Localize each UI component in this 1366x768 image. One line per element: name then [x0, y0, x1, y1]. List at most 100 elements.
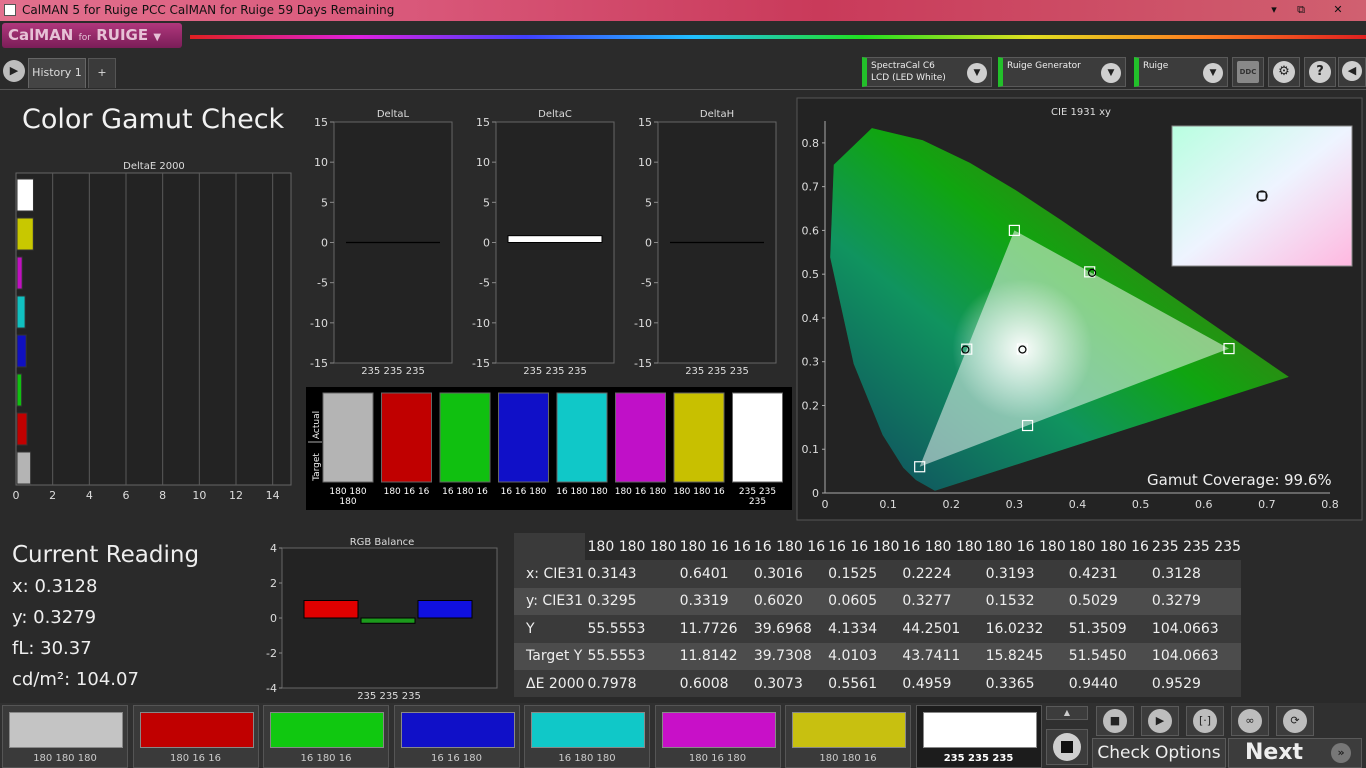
table-column-header: 235 235 235: [1148, 533, 1241, 561]
patch-label: 180 180 180: [33, 753, 97, 764]
table-cell: 11.8142: [676, 642, 751, 670]
current-reading-title: Current Reading: [12, 542, 200, 568]
cie-y-tick: 0.3: [802, 356, 820, 369]
patch-swatch: [270, 712, 384, 748]
double-chevron-right-icon: »: [1331, 743, 1351, 763]
collapse-button[interactable]: ◀: [1338, 57, 1366, 87]
check-options-button[interactable]: Check Options: [1092, 738, 1226, 768]
delta-tick-label: 5: [645, 196, 652, 209]
display-selector[interactable]: Ruige ▼: [1134, 57, 1228, 87]
swatch-2: [439, 392, 491, 483]
patch-label: 180 180 16: [819, 753, 877, 764]
table-row-label: Y: [514, 615, 585, 643]
rgb-bar-red: [303, 600, 359, 619]
gamut-coverage-label: Gamut Coverage:: [1147, 471, 1280, 489]
patch-button[interactable]: 180 180 16: [785, 705, 911, 768]
next-label: Next: [1245, 740, 1304, 765]
stop-button[interactable]: [1046, 729, 1088, 765]
bracket-icon: [·]: [1193, 709, 1217, 733]
cie-y-tick: 0.2: [802, 399, 820, 412]
swatch-1: [381, 392, 432, 483]
delta-tick-label: 0: [321, 237, 328, 250]
scroll-up-button[interactable]: ▲: [1046, 706, 1088, 720]
infinity-icon: ∞: [1238, 709, 1262, 733]
swatch-label: 180 180 16: [673, 487, 725, 497]
patch-label: 16 16 180: [431, 753, 482, 764]
patch-button[interactable]: 16 180 16: [263, 705, 389, 768]
rgb-tick-label: 4: [270, 542, 277, 555]
delta-chart-label: 235 235 235: [523, 366, 587, 377]
deltae-title: DeltaE 2000: [123, 161, 185, 172]
patch-button[interactable]: 180 16 16: [132, 705, 259, 768]
table-cell: 55.5553: [584, 615, 677, 643]
cie-title: CIE 1931 xy: [1051, 107, 1111, 118]
app-logo[interactable]: CalMAN for RUIGE ▼: [2, 23, 182, 48]
rgb-balance-chart: RGB Balance 4 2 0 -2 -4 235 235 235: [266, 537, 498, 702]
gear-icon: ⚙: [1273, 61, 1295, 83]
deltae-plot-area: [15, 172, 292, 486]
patch-button[interactable]: 16 16 180: [393, 705, 520, 768]
next-button[interactable]: Next »: [1228, 738, 1362, 768]
table-cell: 39.7308: [750, 642, 826, 670]
cie-x-tick: 0.3: [1006, 498, 1024, 511]
deltae-bar-cyan: [16, 295, 26, 329]
delta-tick-label: -15: [472, 357, 490, 370]
delta-chart-label: 235 235 235: [361, 366, 425, 377]
play-button[interactable]: ▶: [1141, 706, 1179, 736]
delta-tick-label: -15: [634, 357, 652, 370]
swatch-6: [673, 392, 725, 483]
play-icon[interactable]: ▶: [3, 60, 25, 82]
minimize-button[interactable]: ▾: [1264, 1, 1284, 19]
patch-button[interactable]: 180 180 180: [2, 705, 128, 768]
deltae-tick-label: 10: [192, 489, 206, 502]
reading-cdm2: cd/m²: 104.07: [12, 669, 139, 690]
table-column-header: 180 180 180: [584, 533, 677, 561]
table-column-header: 16 180 180: [899, 533, 983, 561]
table-cell: 0.3193: [982, 560, 1066, 588]
swatch-label: 16 180 16: [442, 487, 488, 497]
patch-swatch: [661, 712, 776, 748]
patch-swatch: [139, 712, 254, 748]
delta-tick-label: -15: [310, 357, 328, 370]
patch-button[interactable]: 235 235 235: [915, 705, 1042, 768]
rgb-bar-blue: [417, 600, 473, 619]
meter-selector[interactable]: SpectraCal C6 LCD (LED White) ▼: [862, 57, 992, 87]
table-cell: 104.0663: [1148, 615, 1241, 643]
deltae-tick-label: 14: [266, 489, 280, 502]
rainbow-strip: [190, 35, 1366, 39]
patch-label: 16 180 16: [300, 753, 352, 764]
restore-button[interactable]: ⧉: [1291, 1, 1311, 19]
deltae-bar-magenta: [16, 256, 23, 290]
patch-swatch: [792, 712, 906, 748]
delta-tick-label: 15: [476, 116, 490, 129]
patch-label: 16 180 180: [558, 753, 616, 764]
generator-selector[interactable]: Ruige Generator ▼: [998, 57, 1126, 87]
table-cell: 0.0605: [825, 587, 900, 616]
swatch-label: 180 180: [329, 487, 366, 497]
cie-chart: CIE 1931 xy 0 0.1 0.2 0.3 0.4 0.5 0.6 0.7 0.8 0.8…: [796, 97, 1363, 521]
settings-button[interactable]: ⚙: [1268, 57, 1300, 87]
table-column-header: 16 16 180: [825, 533, 900, 561]
table-cell: 0.3279: [1148, 587, 1241, 616]
delta-tick-label: 5: [321, 196, 328, 209]
refresh-button[interactable]: ⟳: [1276, 706, 1314, 736]
patch-button[interactable]: 180 16 180: [654, 705, 781, 768]
logo-text: CalMAN: [8, 26, 74, 44]
table-cell: 4.1334: [825, 615, 900, 643]
table-cell: 0.9440: [1065, 669, 1149, 698]
delta-tick-label: 0: [483, 237, 490, 250]
rgb-balance-title: RGB Balance: [350, 537, 415, 548]
bottom-bar: 180 180 180 180 16 16 16 180 16 16 16 180 16…: [0, 703, 1366, 768]
read-series-button[interactable]: [·]: [1186, 706, 1224, 736]
continuous-button[interactable]: ∞: [1231, 706, 1269, 736]
stop-measure-button[interactable]: ■: [1096, 706, 1134, 736]
help-button[interactable]: ?: [1304, 57, 1336, 87]
swatch-4: [556, 392, 608, 483]
cie-x-tick: 0.6: [1195, 498, 1213, 511]
add-tab-button[interactable]: +: [88, 58, 116, 88]
ddc-button[interactable]: DDC: [1232, 57, 1264, 87]
cie-y-tick: 0.6: [802, 224, 820, 237]
patch-button[interactable]: 16 180 180: [524, 705, 650, 768]
close-button[interactable]: ✕: [1328, 1, 1348, 19]
tab-history-1[interactable]: History 1: [28, 58, 86, 88]
